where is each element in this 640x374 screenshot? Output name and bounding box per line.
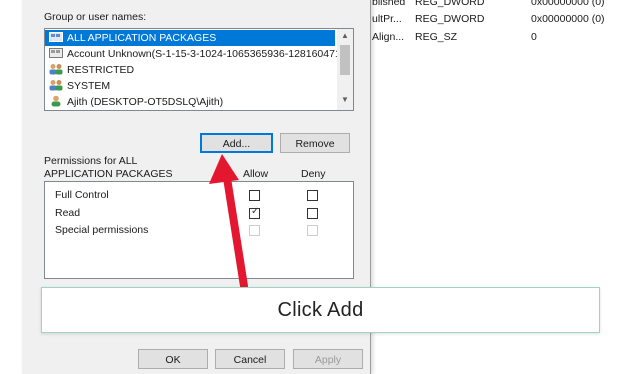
tutorial-caption: Click Add xyxy=(41,287,600,333)
